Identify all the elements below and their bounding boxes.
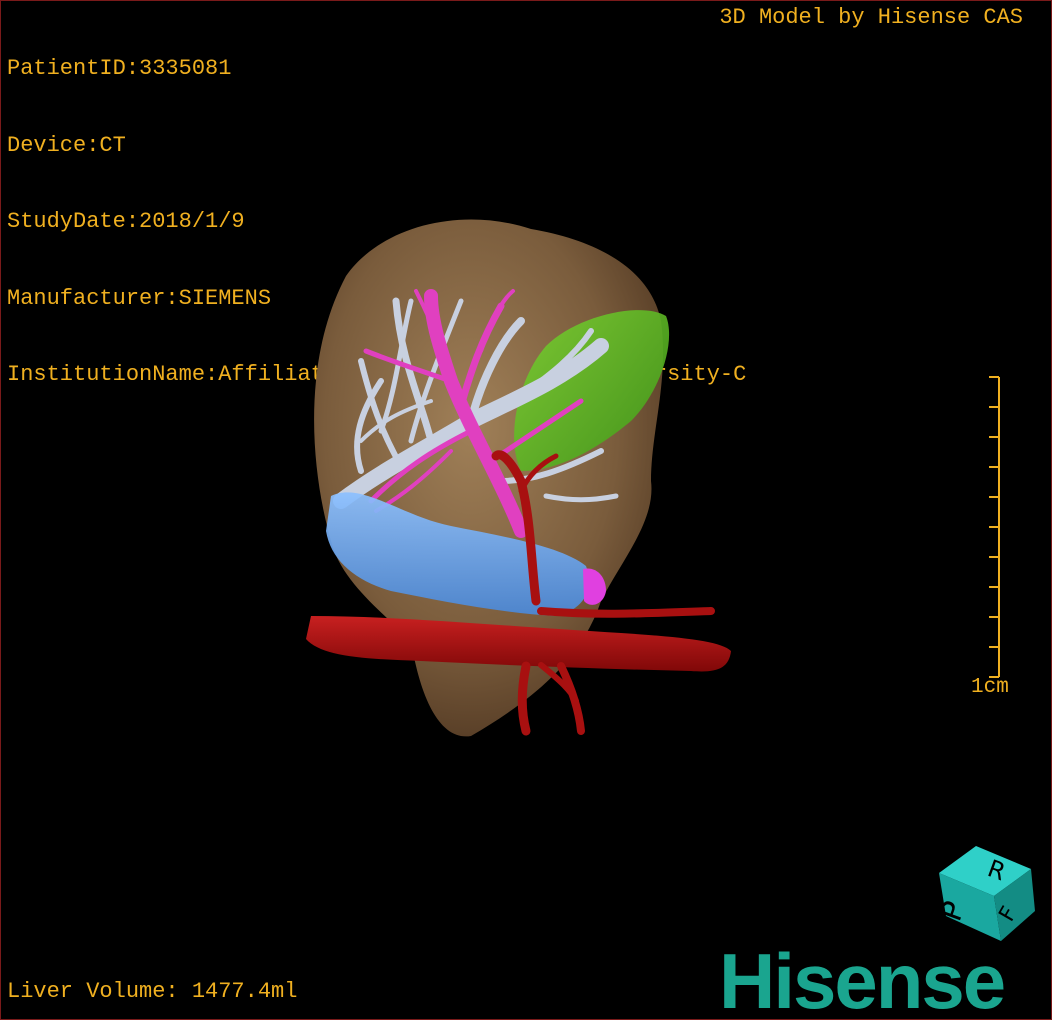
orientation-cube[interactable]: R P F: [1, 1, 1051, 1019]
liver-volume: Liver Volume: 1477.4ml: [7, 979, 298, 1004]
3d-viewport[interactable]: PatientID:3335081 Device:CT StudyDate:20…: [0, 0, 1052, 1020]
hisense-logo: Hisense: [719, 937, 1006, 1020]
